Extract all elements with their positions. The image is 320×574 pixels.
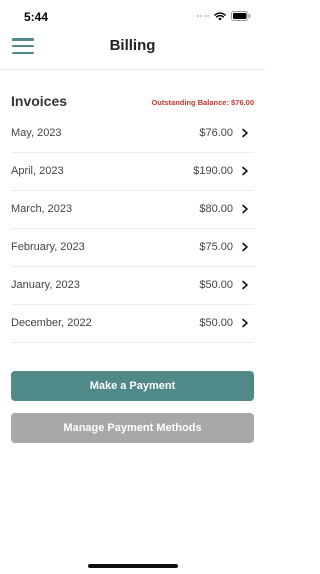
battery-icon xyxy=(231,11,251,21)
home-indicator xyxy=(87,564,178,568)
invoice-amount: $76.00 xyxy=(199,127,233,139)
invoice-amount: $50.00 xyxy=(199,317,233,329)
invoice-row[interactable]: March, 2023 $80.00 xyxy=(11,191,254,229)
invoice-row[interactable]: May, 2023 $76.00 xyxy=(11,115,254,153)
invoice-date: April, 2023 xyxy=(11,165,64,177)
invoice-row[interactable]: February, 2023 $75.00 xyxy=(11,229,254,267)
wifi-icon xyxy=(214,11,226,21)
nav-bar: Billing xyxy=(0,30,265,70)
outstanding-balance: Outstanding Balance: $76.00 xyxy=(151,98,254,107)
invoice-date: February, 2023 xyxy=(11,241,85,253)
invoice-date: January, 2023 xyxy=(11,279,80,291)
signal-icon xyxy=(196,15,209,17)
status-icons xyxy=(196,11,252,21)
invoice-date: December, 2022 xyxy=(11,317,92,329)
make-payment-button[interactable]: Make a Payment xyxy=(11,371,254,401)
manage-payment-methods-button[interactable]: Manage Payment Methods xyxy=(11,413,254,443)
invoice-amount: $80.00 xyxy=(199,203,233,215)
invoice-amount: $190.00 xyxy=(193,165,233,177)
invoice-amount: $75.00 xyxy=(199,241,233,253)
status-time: 5:44 xyxy=(24,10,49,24)
chevron-right-icon xyxy=(242,128,248,138)
chevron-right-icon xyxy=(242,166,248,176)
invoice-row[interactable]: January, 2023 $50.00 xyxy=(11,267,254,305)
status-bar: 5:44 xyxy=(0,0,265,30)
invoice-row[interactable]: December, 2022 $50.00 xyxy=(11,305,254,343)
invoice-list: May, 2023 $76.00 April, 2023 $190.00 Mar… xyxy=(11,115,254,343)
invoice-date: March, 2023 xyxy=(11,203,73,215)
invoices-heading: Invoices xyxy=(11,93,68,109)
chevron-right-icon xyxy=(242,242,248,252)
chevron-right-icon xyxy=(242,318,248,328)
invoice-amount: $50.00 xyxy=(199,279,233,291)
invoices-header: Invoices Outstanding Balance: $76.00 xyxy=(11,93,254,113)
invoice-date: May, 2023 xyxy=(11,127,62,139)
page-title: Billing xyxy=(109,37,156,54)
chevron-right-icon xyxy=(242,280,248,290)
chevron-right-icon xyxy=(242,204,248,214)
invoice-row[interactable]: April, 2023 $190.00 xyxy=(11,153,254,191)
